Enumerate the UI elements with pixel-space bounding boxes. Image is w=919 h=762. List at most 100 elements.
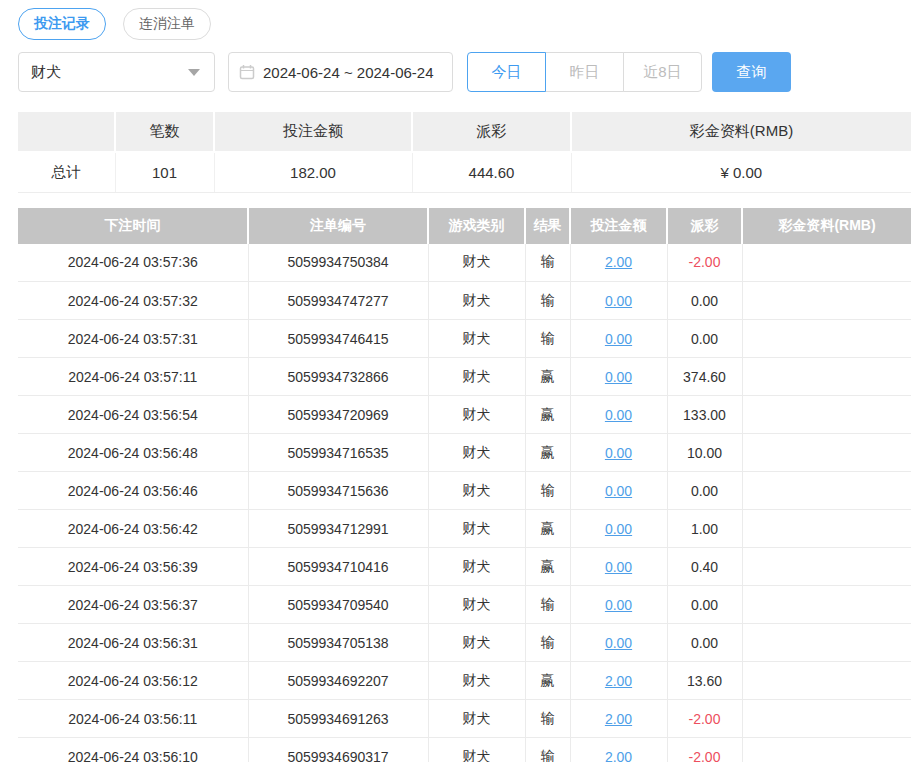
records-column-header: 下注时间 <box>18 208 248 244</box>
bet-amount-link[interactable]: 0.00 <box>605 445 632 461</box>
summary-table: 笔数投注金额派彩彩金资料(RMB) 总计 101 182.00 444.60 ¥… <box>18 112 911 193</box>
records-column-header: 派彩 <box>667 208 742 244</box>
today-button[interactable]: 今日 <box>467 52 546 92</box>
bet-time: 2024-06-24 03:56:10 <box>18 738 248 762</box>
game-type: 财犬 <box>428 624 525 662</box>
game-select[interactable]: 财犬 <box>18 52 215 92</box>
bet-time: 2024-06-24 03:57:11 <box>18 358 248 396</box>
payout: 0.00 <box>667 586 742 624</box>
order-id: 5059934709540 <box>248 586 428 624</box>
game-type: 财犬 <box>428 472 525 510</box>
bet-amount: 2.00 <box>570 662 667 700</box>
bet-amount-link[interactable]: 0.00 <box>605 407 632 423</box>
order-id: 5059934691263 <box>248 700 428 738</box>
order-id: 5059934750384 <box>248 244 428 282</box>
bet-amount: 2.00 <box>570 244 667 282</box>
order-id: 5059934692207 <box>248 662 428 700</box>
bet-amount-link[interactable]: 0.00 <box>605 369 632 385</box>
game-type: 财犬 <box>428 396 525 434</box>
records-column-header: 彩金资料(RMB) <box>742 208 911 244</box>
bonus <box>742 396 911 434</box>
order-id: 5059934690317 <box>248 738 428 762</box>
payout: 10.00 <box>667 434 742 472</box>
payout: -2.00 <box>667 738 742 762</box>
bet-amount-link[interactable]: 0.00 <box>605 293 632 309</box>
bet-time: 2024-06-24 03:56:39 <box>18 548 248 586</box>
records-column-header: 结果 <box>525 208 570 244</box>
summary-total-label: 总计 <box>18 152 115 192</box>
record-row: 2024-06-24 03:56:545059934720969财犬赢0.001… <box>18 396 911 434</box>
records-column-header: 注单编号 <box>248 208 428 244</box>
game-type: 财犬 <box>428 244 525 282</box>
result: 赢 <box>525 662 570 700</box>
game-type: 财犬 <box>428 662 525 700</box>
result: 输 <box>525 282 570 320</box>
bonus <box>742 586 911 624</box>
result: 输 <box>525 586 570 624</box>
tab-bet-records[interactable]: 投注记录 <box>18 8 106 40</box>
result: 赢 <box>525 396 570 434</box>
summary-bonus: ¥ 0.00 <box>571 152 911 192</box>
summary-column-header: 投注金额 <box>214 112 412 152</box>
game-type: 财犬 <box>428 320 525 358</box>
summary-column-header: 派彩 <box>412 112 571 152</box>
summary-payout: 444.60 <box>412 152 571 192</box>
bet-amount: 2.00 <box>570 700 667 738</box>
bet-amount: 0.00 <box>570 624 667 662</box>
game-type: 财犬 <box>428 282 525 320</box>
summary-bet-amount: 182.00 <box>214 152 412 192</box>
yesterday-button[interactable]: 昨日 <box>545 52 624 92</box>
bonus <box>742 662 911 700</box>
bet-amount-link[interactable]: 2.00 <box>605 673 632 689</box>
game-type: 财犬 <box>428 434 525 472</box>
bet-records-page: 投注记录 连消注单 财犬 2024-06-24 ~ 2024-06-24 今日 … <box>0 0 919 762</box>
bet-amount-link[interactable]: 0.00 <box>605 597 632 613</box>
bet-amount: 0.00 <box>570 548 667 586</box>
record-row: 2024-06-24 03:56:125059934692207财犬赢2.001… <box>18 662 911 700</box>
bonus <box>742 738 911 762</box>
bet-amount-link[interactable]: 2.00 <box>605 749 632 762</box>
filter-bar: 财犬 2024-06-24 ~ 2024-06-24 今日 昨日 近8日 查询 <box>18 52 919 92</box>
bet-amount-link[interactable]: 0.00 <box>605 483 632 499</box>
record-row: 2024-06-24 03:56:465059934715636财犬输0.000… <box>18 472 911 510</box>
record-row: 2024-06-24 03:57:315059934746415财犬输0.000… <box>18 320 911 358</box>
bet-amount: 0.00 <box>570 586 667 624</box>
summary-count: 101 <box>115 152 214 192</box>
records-column-header: 游戏类别 <box>428 208 525 244</box>
tab-cancelled-orders[interactable]: 连消注单 <box>123 8 211 40</box>
game-type: 财犬 <box>428 358 525 396</box>
bet-amount-link[interactable]: 0.00 <box>605 559 632 575</box>
bet-amount: 0.00 <box>570 358 667 396</box>
bonus <box>742 624 911 662</box>
result: 赢 <box>525 548 570 586</box>
bonus <box>742 358 911 396</box>
order-id: 5059934705138 <box>248 624 428 662</box>
summary-column-header: 笔数 <box>115 112 214 152</box>
order-id: 5059934712991 <box>248 510 428 548</box>
bet-amount-link[interactable]: 0.00 <box>605 521 632 537</box>
record-row: 2024-06-24 03:57:325059934747277财犬输0.000… <box>18 282 911 320</box>
bet-amount-link[interactable]: 0.00 <box>605 331 632 347</box>
bet-amount-link[interactable]: 0.00 <box>605 635 632 651</box>
game-type: 财犬 <box>428 700 525 738</box>
bonus <box>742 434 911 472</box>
bet-amount-link[interactable]: 2.00 <box>605 254 632 270</box>
bet-amount: 0.00 <box>570 472 667 510</box>
last-8-days-button[interactable]: 近8日 <box>623 52 702 92</box>
bonus <box>742 320 911 358</box>
bet-time: 2024-06-24 03:56:31 <box>18 624 248 662</box>
order-id: 5059934716535 <box>248 434 428 472</box>
search-button[interactable]: 查询 <box>712 52 791 92</box>
bet-amount: 0.00 <box>570 396 667 434</box>
date-range-value: 2024-06-24 ~ 2024-06-24 <box>263 64 434 81</box>
payout: 0.40 <box>667 548 742 586</box>
payout: 0.00 <box>667 472 742 510</box>
records-body: 2024-06-24 03:57:365059934750384财犬输2.00-… <box>18 244 911 762</box>
date-range-picker[interactable]: 2024-06-24 ~ 2024-06-24 <box>228 52 453 92</box>
result: 输 <box>525 700 570 738</box>
payout: 0.00 <box>667 624 742 662</box>
record-row: 2024-06-24 03:56:315059934705138财犬输0.000… <box>18 624 911 662</box>
bet-amount-link[interactable]: 2.00 <box>605 711 632 727</box>
record-row: 2024-06-24 03:57:115059934732866财犬赢0.003… <box>18 358 911 396</box>
payout: -2.00 <box>667 700 742 738</box>
